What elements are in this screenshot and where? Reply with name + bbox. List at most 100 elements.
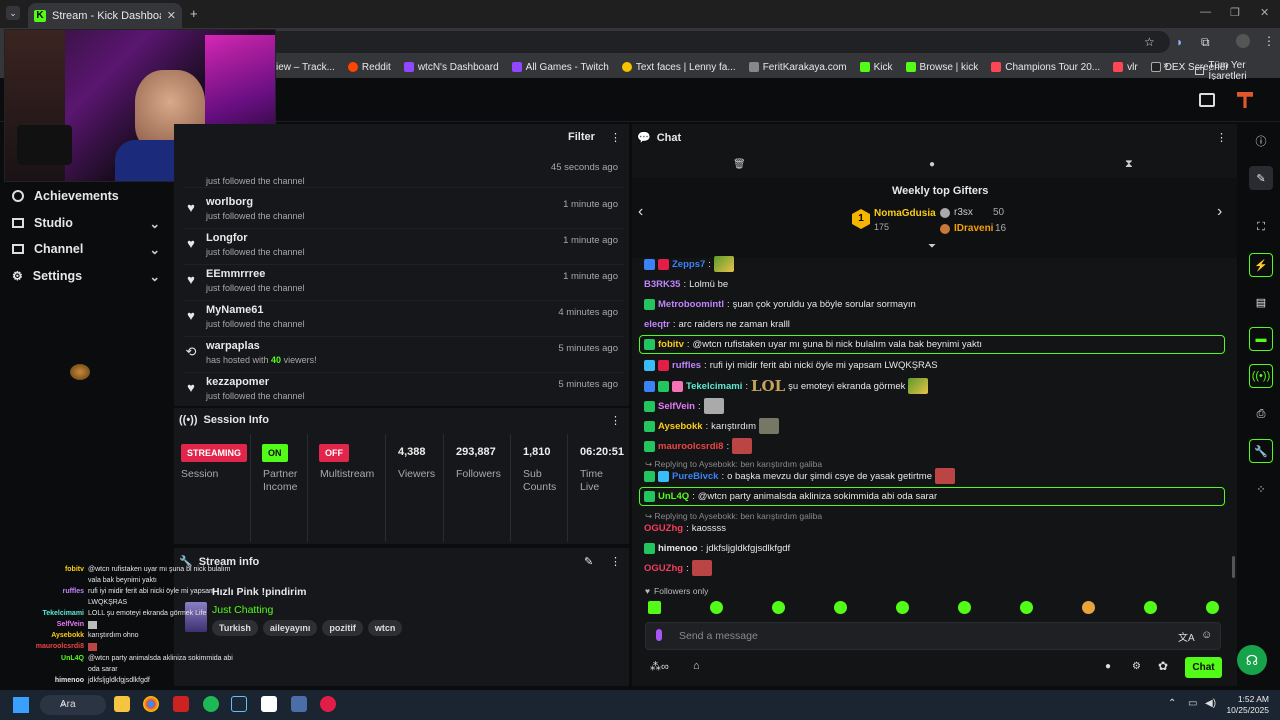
bookmark-item[interactable]: Kick: [859, 62, 893, 73]
settings-link-icon[interactable]: ⁂∞: [650, 660, 669, 673]
activity-name[interactable]: Longfor: [206, 232, 248, 244]
emote-icon[interactable]: [958, 601, 971, 614]
gear-icon[interactable]: ⚙: [1132, 661, 1141, 672]
app-icon[interactable]: [173, 696, 189, 712]
send-chat-button[interactable]: Chat: [1185, 657, 1222, 678]
emote-icon[interactable]: [1206, 601, 1219, 614]
apps-icon[interactable]: ⁘: [1249, 477, 1273, 501]
chat-input-placeholder[interactable]: Send a message: [679, 630, 758, 642]
prev-arrow-icon[interactable]: ‹: [638, 203, 643, 221]
browser-tab[interactable]: K Stream - Kick Dashboard ✕: [28, 3, 182, 28]
emote-icon[interactable]: [896, 601, 909, 614]
extension-icon[interactable]: ◗: [1176, 35, 1183, 49]
activity-name[interactable]: worlborg: [206, 196, 253, 208]
chat-scrollbar[interactable]: [1232, 556, 1235, 578]
chat-mode-icon[interactable]: ●: [929, 159, 935, 170]
obs-icon[interactable]: [261, 696, 277, 712]
more-bookmarks-icon[interactable]: »: [1163, 60, 1169, 71]
emote-icon[interactable]: [710, 601, 723, 614]
document-icon[interactable]: ▤: [1249, 290, 1273, 314]
all-bookmarks-folder[interactable]: Tüm Yer İşaretleri: [1195, 60, 1280, 82]
users-icon[interactable]: ✿: [1158, 659, 1168, 673]
activity-name[interactable]: kezzapomer: [206, 376, 269, 388]
printer-icon[interactable]: ⎙: [1249, 402, 1273, 426]
network-icon[interactable]: ▭: [1188, 698, 1197, 709]
gifter-name[interactable]: IDraveni: [954, 223, 993, 234]
volume-icon[interactable]: ◀): [1205, 698, 1216, 709]
clock-date[interactable]: 10/25/2025: [1225, 705, 1269, 715]
minimize-icon[interactable]: —: [1200, 6, 1211, 18]
gifter-name[interactable]: r3sx: [954, 207, 973, 218]
edit-pencil-icon[interactable]: ✎: [584, 555, 593, 568]
bookmark-item[interactable]: Reddit: [347, 62, 391, 73]
broadcast-icon[interactable]: ((•)): [1249, 364, 1273, 388]
stream-info-more-icon[interactable]: ⋮: [610, 555, 621, 568]
chat-username[interactable]: Metroboomintl: [658, 299, 724, 310]
steam-icon[interactable]: [231, 696, 247, 712]
chat-username[interactable]: PureBivck: [672, 471, 718, 482]
chrome-icon[interactable]: [143, 696, 159, 712]
slow-mode-hourglass-icon[interactable]: ⧗: [1125, 158, 1133, 171]
next-arrow-icon[interactable]: ›: [1217, 203, 1222, 221]
sidebar-item-studio[interactable]: Studio ⌄: [12, 216, 160, 231]
bookmark-item[interactable]: iew – Track...: [276, 62, 335, 73]
emote-icon[interactable]: [772, 601, 785, 614]
tray-chevron-icon[interactable]: ⌃: [1168, 698, 1176, 709]
sidebar-item-channel[interactable]: Channel ⌄: [12, 242, 160, 257]
browser-menu-icon[interactable]: ⋮: [1263, 34, 1275, 48]
maximize-icon[interactable]: ❐: [1230, 6, 1240, 19]
chat-username[interactable]: OGUZhg: [644, 523, 683, 534]
emote-icon[interactable]: [1020, 601, 1033, 614]
filter-button[interactable]: Filter: [568, 131, 595, 143]
emoji-picker-icon[interactable]: ☺: [1201, 629, 1212, 641]
bookmark-item[interactable]: All Games - Twitch: [511, 62, 609, 73]
bookmark-item[interactable]: Text faces | Lenny fa...: [621, 62, 736, 73]
chat-username[interactable]: UnL4Q: [658, 491, 689, 502]
emote-icon[interactable]: [834, 601, 847, 614]
taskbar-search[interactable]: Ara: [40, 695, 106, 715]
chat-username[interactable]: ruffles: [672, 360, 701, 371]
bookmark-item[interactable]: FeritKarakaya.com: [748, 62, 847, 73]
chat-username[interactable]: fobitv: [658, 339, 684, 350]
chat-username[interactable]: B3RK35: [644, 279, 680, 290]
session-more-icon[interactable]: ⋮: [610, 414, 621, 427]
chat-username[interactable]: eleqtr: [644, 319, 670, 330]
clock-time[interactable]: 1:52 AM: [1229, 694, 1269, 704]
category-link[interactable]: Just Chatting: [212, 604, 273, 616]
file-explorer-icon[interactable]: [114, 696, 130, 712]
tab-search-button[interactable]: ⌄: [6, 6, 20, 20]
spotify-icon[interactable]: [203, 696, 219, 712]
chat-username[interactable]: Aysebokk: [658, 421, 703, 432]
info-icon[interactable]: ⓘ: [1249, 129, 1273, 153]
chat-more-icon[interactable]: ⋮: [1216, 131, 1227, 144]
bookmark-item[interactable]: vlr: [1113, 62, 1138, 73]
emote-icon[interactable]: [648, 601, 661, 614]
chat-username[interactable]: Tekelcimami: [686, 381, 742, 392]
emote-icon[interactable]: [1144, 601, 1157, 614]
lightning-icon[interactable]: ⚡: [1249, 253, 1273, 277]
collapse-icon[interactable]: ⏷: [928, 241, 936, 252]
chat-bubble-icon[interactable]: ●: [1105, 661, 1111, 672]
translate-icon[interactable]: 文A: [1178, 629, 1195, 644]
sidebar-item-achievements[interactable]: Achievements: [12, 189, 160, 203]
wrench-icon[interactable]: 🔧: [1249, 439, 1273, 463]
chat-rail-icon[interactable]: ▬: [1249, 327, 1273, 351]
trash-icon[interactable]: 🗑: [733, 159, 746, 170]
activity-name[interactable]: EEmmrrree: [206, 268, 265, 280]
new-tab-icon[interactable]: +: [190, 6, 198, 21]
bookmark-item[interactable]: Champions Tour 20...: [991, 62, 1100, 73]
chat-username[interactable]: Zepps7: [672, 259, 705, 270]
chat-username[interactable]: himenoo: [658, 543, 698, 554]
support-chat-button[interactable]: ☊: [1237, 645, 1267, 675]
profile-avatar[interactable]: [1236, 34, 1250, 48]
mod-view-icon[interactable]: [1199, 93, 1215, 107]
emote-icon[interactable]: [1082, 601, 1095, 614]
bookmark-item[interactable]: Browse | kick: [905, 62, 978, 73]
bookmark-item[interactable]: wtcN's Dashboard: [403, 62, 499, 73]
activity-more-icon[interactable]: ⋮: [610, 131, 621, 144]
close-window-icon[interactable]: ✕: [1260, 6, 1269, 19]
extensions-puzzle-icon[interactable]: ⧉: [1201, 35, 1210, 50]
bookmark-star-icon[interactable]: ☆: [1144, 35, 1155, 49]
chat-username[interactable]: mauroolcsrdi8: [658, 441, 723, 452]
edit-icon[interactable]: ✎: [1249, 166, 1273, 190]
